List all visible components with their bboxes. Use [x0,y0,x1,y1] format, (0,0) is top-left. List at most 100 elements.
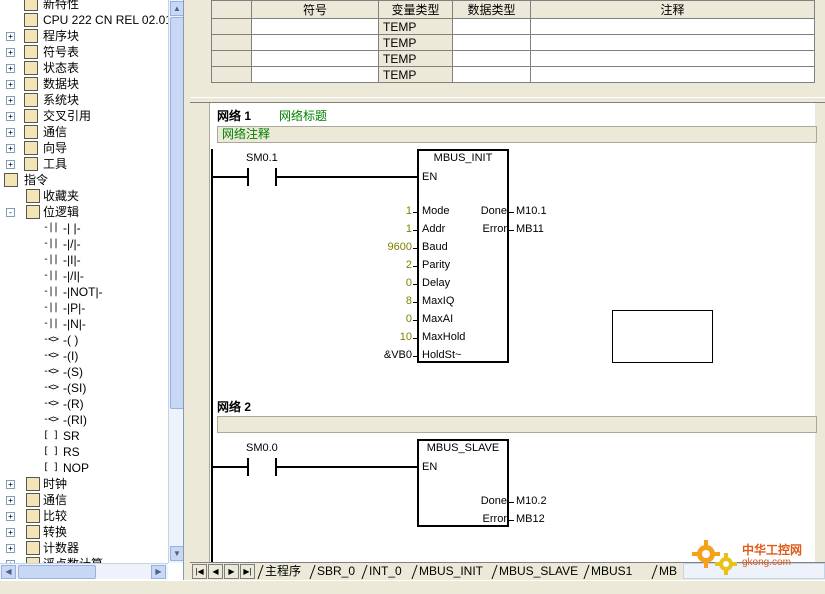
input-value[interactable]: 10 [359,331,412,343]
input-value[interactable]: 0 [359,277,412,289]
output-value[interactable]: MB12 [516,513,545,525]
n2-contact-left-bar[interactable] [247,458,249,476]
first-tab-icon[interactable]: |◀ [192,564,207,579]
comment-cell[interactable] [530,34,815,51]
tree-horizontal-scrollbar[interactable]: ◀ ▶ [0,563,168,579]
table-row[interactable]: TEMP [211,34,815,51]
data-type-cell[interactable] [452,66,531,83]
table-row[interactable]: TEMP [211,66,815,83]
input-value[interactable]: 9600 [359,241,412,253]
comment-cell[interactable] [530,66,815,83]
symbol-cell[interactable] [251,50,379,67]
tree-item[interactable]: - 位逻辑 [0,204,168,220]
tree-vertical-scrollbar[interactable]: ▲ ▼ [168,0,183,563]
tree-item[interactable]: + 通信 [0,124,168,140]
var-type-cell[interactable]: TEMP [378,34,453,51]
expand-icon[interactable]: + [6,544,15,553]
output-value[interactable]: M10.1 [516,205,547,217]
symbol-cell[interactable] [251,34,379,51]
tree-item[interactable]: + 工具 [0,156,168,172]
tab-3[interactable]: MBUS_INIT [411,563,483,580]
collapse-icon[interactable]: - [6,208,15,217]
tree-item[interactable]: + 转换 [0,524,168,540]
tree-item[interactable]: + 系统块 [0,92,168,108]
tree-item[interactable]: + 符号表 [0,44,168,60]
network-2-comment[interactable] [217,416,817,433]
tree-item[interactable]: -|| -|P|- [0,300,168,316]
tree-hscroll-thumb[interactable] [18,565,96,579]
expand-icon[interactable]: + [6,48,15,57]
input-value[interactable]: 0 [359,313,412,325]
row-header[interactable] [211,50,252,67]
editor-vertical-scrollbar[interactable] [815,103,825,562]
tree-item[interactable]: -|| -|/I|- [0,268,168,284]
empty-network-box[interactable] [612,310,713,363]
expand-icon[interactable]: + [6,64,15,73]
tree-item[interactable]: -<> -(S) [0,364,168,380]
scroll-right-icon[interactable]: ▶ [151,565,166,579]
tree-item[interactable]: + 状态表 [0,60,168,76]
tree-item[interactable]: CPU 222 CN REL 02.01 [0,12,172,28]
input-value[interactable]: 8 [359,295,412,307]
tree-item[interactable]: -|| -|/|- [0,236,168,252]
tree-item[interactable]: + 交叉引用 [0,108,168,124]
tree-item[interactable]: -<> -(SI) [0,380,168,396]
tree-scroll-thumb[interactable] [170,17,183,409]
scroll-up-icon[interactable]: ▲ [170,1,183,16]
row-header[interactable] [211,66,252,83]
last-tab-icon[interactable]: ▶| [240,564,255,579]
var-type-cell[interactable]: TEMP [378,66,453,83]
tree-item[interactable]: -|| -|I|- [0,252,168,268]
tree-item[interactable]: -|| -|NOT|- [0,284,168,300]
prev-tab-icon[interactable]: ◀ [208,564,223,579]
expand-icon[interactable]: + [6,128,15,137]
tree-item[interactable]: -<> -(RI) [0,412,168,428]
tab-0[interactable]: 主程序 [257,563,301,580]
symbol-cell[interactable] [251,66,379,83]
tree-item[interactable]: [ ] RS [0,444,168,460]
input-value[interactable]: &VB0 [359,349,412,361]
symbol-cell[interactable] [251,18,379,35]
expand-icon[interactable]: + [6,496,15,505]
input-value[interactable]: 1 [359,205,412,217]
tree-item[interactable]: 新特性 [0,0,168,12]
next-tab-icon[interactable]: ▶ [224,564,239,579]
output-value[interactable]: MB11 [516,223,544,235]
row-header[interactable] [211,18,252,35]
tree-item[interactable]: [ ] NOP [0,460,168,476]
scroll-left-icon[interactable]: ◀ [1,565,16,579]
expand-icon[interactable]: + [6,528,15,537]
expand-icon[interactable]: + [6,512,15,521]
tree-item[interactable]: + 向导 [0,140,168,156]
tree-item[interactable]: + 计数器 [0,540,168,556]
tree-item[interactable]: + 通信 [0,492,168,508]
tree-item[interactable]: + 比较 [0,508,168,524]
input-value[interactable]: 2 [359,259,412,271]
input-value[interactable]: 1 [359,223,412,235]
output-value[interactable]: M10.2 [516,495,547,507]
tree-item[interactable]: -|| -| |- [0,220,168,236]
expand-icon[interactable]: + [6,32,15,41]
table-row[interactable]: TEMP [211,18,815,35]
tree-item[interactable]: + 时钟 [0,476,168,492]
expand-icon[interactable]: + [6,112,15,121]
tree-item[interactable]: 指令 [0,172,168,188]
expand-icon[interactable]: + [6,96,15,105]
tree-item[interactable]: -<> -(R) [0,396,168,412]
table-row[interactable]: TEMP [211,50,815,67]
tree-item[interactable]: 收藏夹 [0,188,168,204]
tree-item[interactable]: -<> -(I) [0,348,168,364]
tree-item[interactable]: + 程序块 [0,28,168,44]
expand-icon[interactable]: + [6,144,15,153]
tree-item[interactable]: + 数据块 [0,76,168,92]
row-header[interactable] [211,34,252,51]
tab-1[interactable]: SBR_0 [309,563,355,580]
expand-icon[interactable]: + [6,80,15,89]
data-type-cell[interactable] [452,50,531,67]
ladder-editor[interactable]: 网络 1 网络标题 网络注释 SM0.1 MBUS_INIT EN 1 Mode 1… [190,103,825,562]
tab-2[interactable]: INT_0 [361,563,402,580]
data-type-cell[interactable] [452,34,531,51]
var-type-cell[interactable]: TEMP [378,50,453,67]
data-type-cell[interactable] [452,18,531,35]
network-1-comment[interactable]: 网络注释 [217,126,817,143]
